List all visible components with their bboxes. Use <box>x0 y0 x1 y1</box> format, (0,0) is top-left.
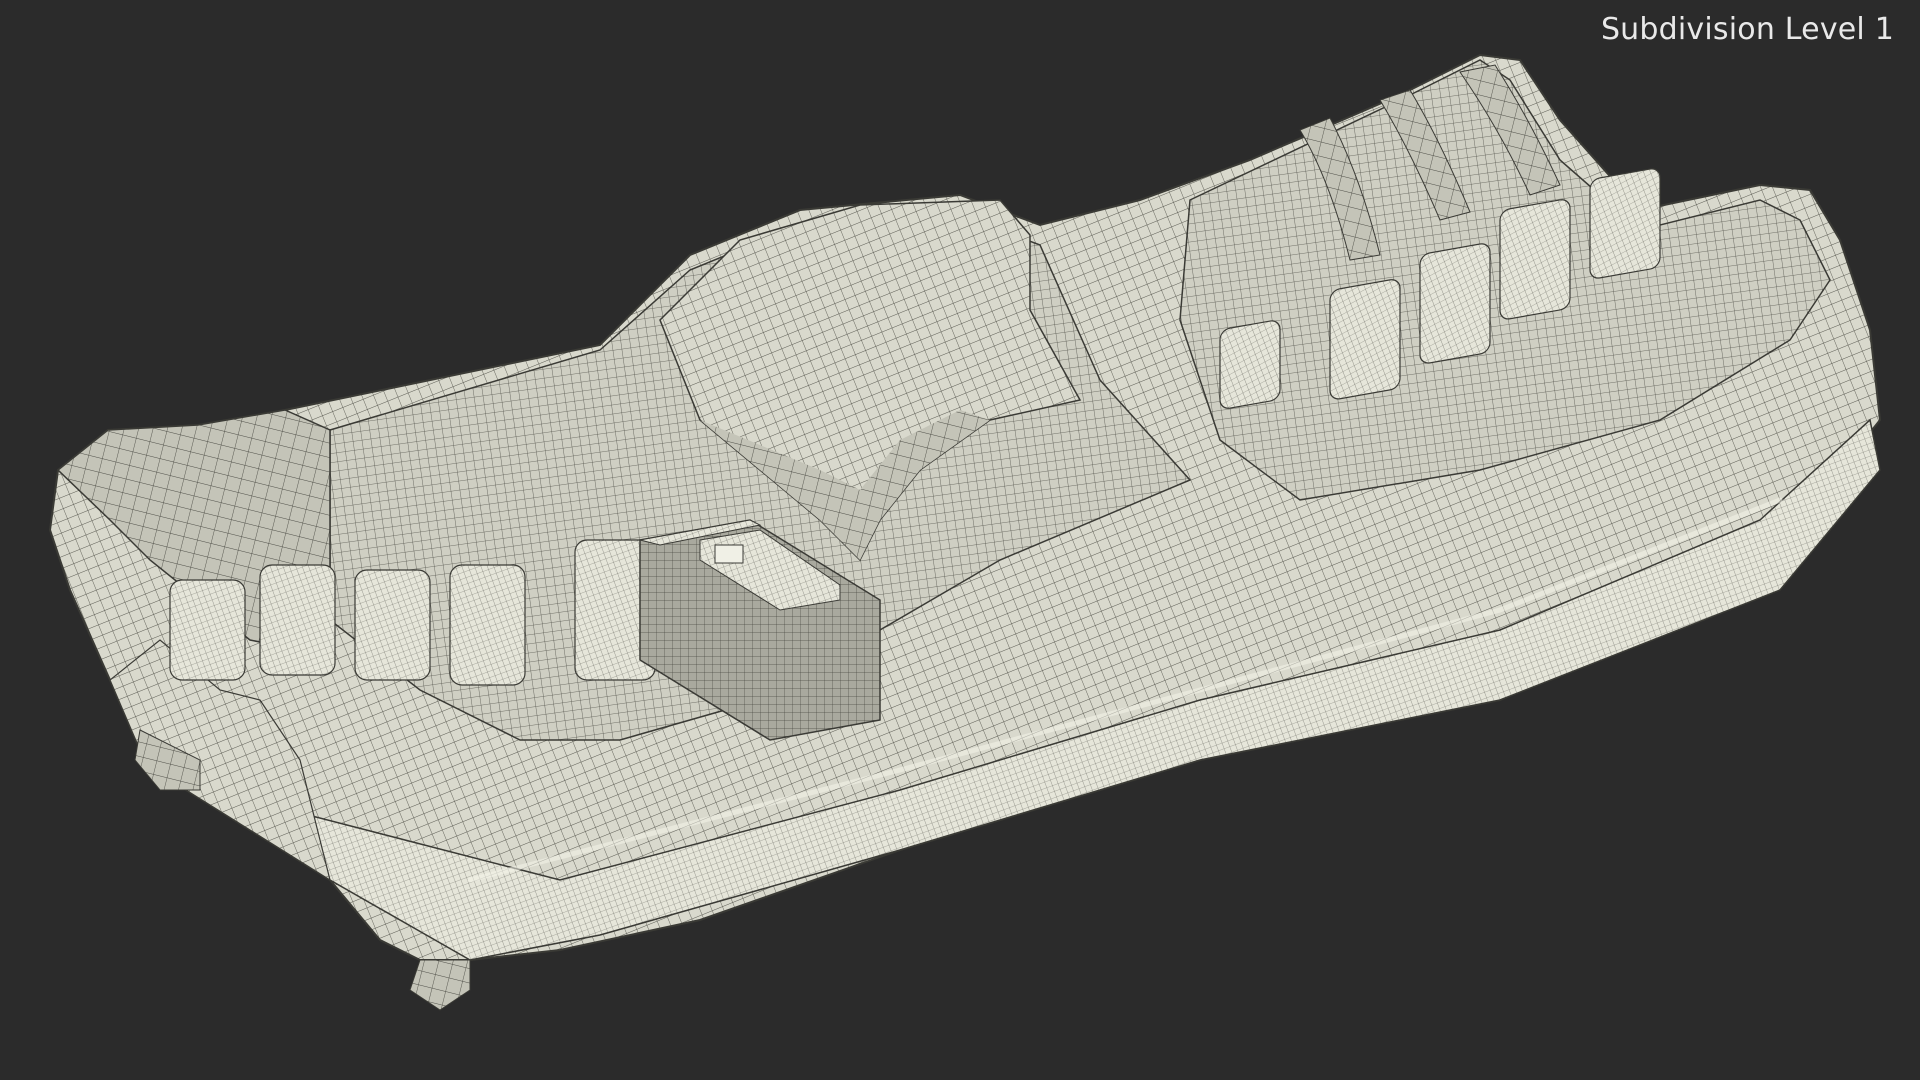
underside-foot-center <box>409 959 471 1011</box>
wireframe-model-render <box>48 53 1882 1011</box>
subdivision-level-label: Subdivision Level 1 <box>1600 12 1894 47</box>
render-viewport: Subdivision Level 1 <box>0 0 1920 1080</box>
